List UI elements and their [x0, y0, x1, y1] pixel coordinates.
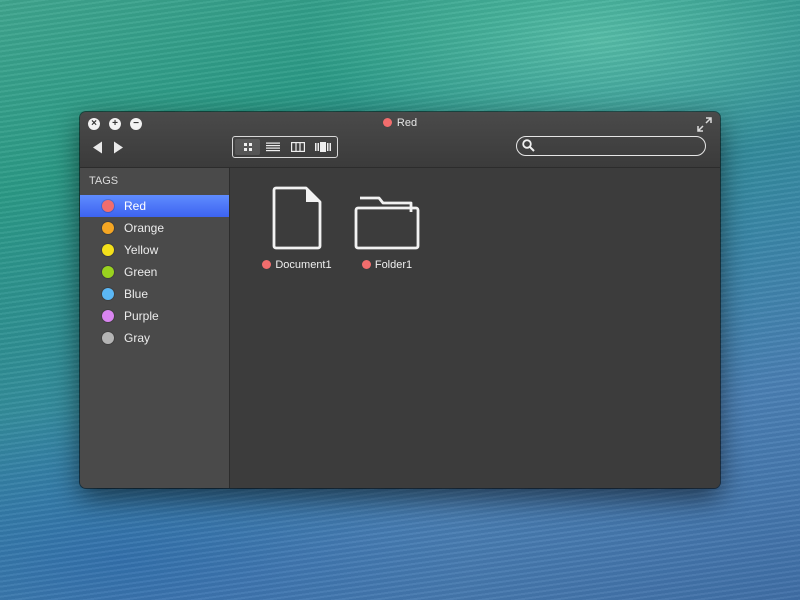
folder-icon — [354, 196, 420, 250]
tag-color-dot — [102, 288, 114, 300]
tag-color-dot — [262, 260, 272, 269]
sidebar-item-label: Gray — [124, 331, 151, 345]
search-input[interactable] — [541, 138, 705, 155]
chevron-left-icon[interactable] — [92, 141, 104, 154]
sidebar-item-green[interactable]: Green — [80, 261, 229, 283]
document-icon — [272, 186, 322, 250]
cover-flow-icon — [314, 142, 331, 152]
tag-color-dot — [102, 244, 114, 256]
sidebar-item-blue[interactable]: Blue — [80, 283, 229, 305]
titlebar: × + − Red — [80, 112, 720, 168]
file-label: Folder1 — [342, 259, 432, 271]
tag-list: Red Orange Yellow Green Blue Purple Gray — [80, 195, 229, 349]
sidebar-item-label: Blue — [124, 287, 149, 301]
file-label: Document1 — [252, 259, 342, 271]
columns-icon — [290, 142, 305, 152]
tag-color-dot — [102, 200, 114, 212]
sidebar-item-yellow[interactable]: Yellow — [80, 239, 229, 261]
window-title: Red — [80, 116, 720, 130]
search-icon — [522, 139, 535, 152]
sidebar-item-orange[interactable]: Orange — [80, 217, 229, 239]
sidebar-item-label: Orange — [124, 221, 165, 235]
window-title-text: Red — [396, 117, 418, 129]
tag-color-dot — [102, 332, 114, 344]
column-view-button[interactable] — [285, 139, 310, 155]
finder-window: × + − Red TAGS Red Orange Yellow Green B… — [80, 112, 720, 488]
icon-view-button[interactable] — [235, 139, 260, 155]
tag-color-dot — [102, 310, 114, 322]
sidebar-item-label: Purple — [124, 309, 159, 323]
desktop-background: × + − Red TAGS Red Orange Yellow Green B… — [0, 0, 800, 600]
sidebar-item-label: Green — [124, 265, 158, 279]
file-item-folder1[interactable]: Folder1 — [342, 186, 432, 271]
file-item-document1[interactable]: Document1 — [252, 186, 342, 271]
sidebar-heading: TAGS — [89, 175, 119, 187]
sidebar-item-gray[interactable]: Gray — [80, 327, 229, 349]
sidebar-item-purple[interactable]: Purple — [80, 305, 229, 327]
view-mode-selector — [232, 136, 338, 158]
tag-color-dot — [361, 260, 371, 269]
list-view-button[interactable] — [260, 139, 285, 155]
file-name: Folder1 — [374, 259, 413, 271]
sidebar-item-red[interactable]: Red — [80, 195, 229, 217]
file-name: Document1 — [275, 259, 332, 271]
chevron-right-icon[interactable] — [112, 141, 124, 154]
navigation-buttons — [92, 141, 124, 154]
tag-color-dot — [102, 222, 114, 234]
cover-flow-view-button[interactable] — [310, 139, 335, 155]
sidebar-item-label: Yellow — [124, 243, 159, 257]
search-field[interactable] — [516, 136, 706, 156]
file-browser-area: Document1 Folder1 — [230, 168, 720, 488]
tag-color-dot — [102, 266, 114, 278]
fullscreen-icon[interactable] — [697, 117, 712, 132]
list-icon — [265, 142, 280, 152]
sidebar: TAGS Red Orange Yellow Green Blue Purple… — [80, 168, 230, 488]
title-tag-dot — [382, 118, 392, 127]
sidebar-item-label: Red — [124, 199, 147, 213]
grid-icon — [243, 143, 252, 151]
